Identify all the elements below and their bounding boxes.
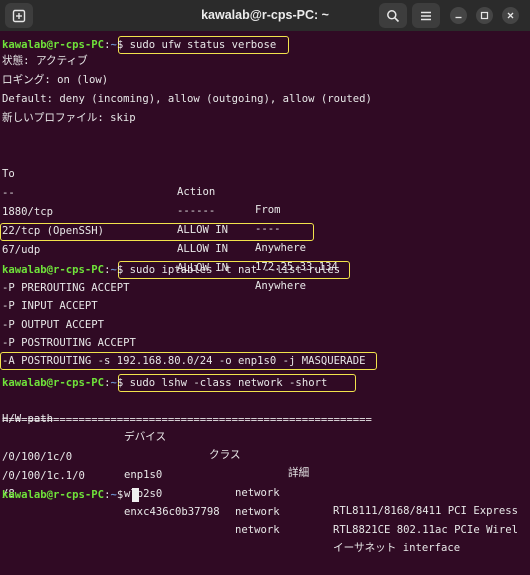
device: enxc436c0b37798 <box>124 506 220 518</box>
iptables-line: -P PREROUTING ACCEPT <box>2 282 130 294</box>
close-icon <box>507 12 514 19</box>
title-bar: kawalab@r-cps-PC: ~ <box>0 0 530 31</box>
command-text: sudo lshw -class network -short <box>129 377 328 389</box>
ufw-profiles: 新しいプロファイル: skip <box>2 112 136 124</box>
lshw-row: /8 enxc436c0b37798 network イーサネット interf… <box>0 467 530 554</box>
rule-to: 67/udp <box>2 244 41 256</box>
menu-button[interactable] <box>412 3 440 28</box>
lshw-row: /0/100/1c.1/0 wlp2s0 network RTL8821CE 8… <box>0 449 530 536</box>
rule-action: ALLOW IN <box>177 243 229 255</box>
minimize-icon <box>455 16 462 19</box>
prompt-line-lshw: kawalab@r-cps-PC:~$ sudo lshw -class net… <box>2 374 327 392</box>
prompt-sign: $ <box>116 489 130 501</box>
rule-from: Anywhere <box>255 242 307 254</box>
prompt-line-current: kawalab@r-cps-PC:~$ <box>2 486 139 504</box>
iptables-line: -A POSTROUTING -s 192.168.80.0/24 -o enp… <box>2 355 366 367</box>
prompt-sign: $ <box>116 264 130 276</box>
lshw-header-row: H/W path デバイス クラス 詳細 <box>0 392 530 479</box>
class: network <box>235 506 280 518</box>
lshw-separator: ========================================… <box>2 414 372 426</box>
prompt-user-host: kawalab@r-cps-PC <box>2 39 105 51</box>
ufw-rule-row: 67/udp ALLOW IN Anywhere <box>0 223 530 292</box>
ufw-logging: ロギング: on (low) <box>2 74 109 86</box>
iptables-line: -P POSTROUTING ACCEPT <box>2 337 136 349</box>
rule-from: Anywhere <box>255 280 307 292</box>
class: network <box>235 524 280 536</box>
maximize-button[interactable] <box>476 7 493 24</box>
prompt-sign: $ <box>116 39 130 51</box>
description: RTL8821CE 802.11ac PCIe Wirel <box>333 524 518 536</box>
description: イーサネット interface <box>333 542 461 554</box>
lshw-row: /0/100/1c/0 enp1s0 network RTL8111/8168/… <box>0 430 530 517</box>
command-text: sudo iptables -t nat --list-rules <box>129 264 341 276</box>
prompt-user-host: kawalab@r-cps-PC <box>2 264 105 276</box>
iptables-line: -P OUTPUT ACCEPT <box>2 319 105 331</box>
ufw-status: 状態: アクティブ <box>2 55 88 67</box>
prompt-sign: $ <box>116 377 130 389</box>
description: RTL8111/8168/8411 PCI Express <box>333 505 518 517</box>
maximize-icon <box>480 11 489 20</box>
terminal-area[interactable]: kawalab@r-cps-PC:~$ sudo ufw status verb… <box>0 31 530 554</box>
iptables-line: -P INPUT ACCEPT <box>2 300 98 312</box>
ufw-dash-row: -- ------ ---- <box>0 166 530 235</box>
close-button[interactable] <box>502 7 519 24</box>
minimize-button[interactable] <box>450 7 467 24</box>
prompt-user-host: kawalab@r-cps-PC <box>2 377 105 389</box>
hamburger-menu-icon <box>421 11 431 20</box>
search-button[interactable] <box>379 3 407 28</box>
class: network <box>235 487 280 499</box>
prompt-user-host: kawalab@r-cps-PC <box>2 489 105 501</box>
text-cursor <box>131 488 139 502</box>
prompt-line-iptables: kawalab@r-cps-PC:~$ sudo iptables -t nat… <box>2 261 340 279</box>
ufw-rule-row: 1880/tcp ALLOW IN Anywhere <box>0 185 530 254</box>
command-text: sudo ufw status verbose <box>129 39 277 51</box>
search-icon <box>387 9 400 22</box>
ufw-default: Default: deny (incoming), allow (outgoin… <box>2 93 372 105</box>
ufw-rule-row: 22/tcp (OpenSSH) ALLOW IN 172.25.33.134 <box>0 204 530 273</box>
ufw-header-row: To Action From <box>0 147 530 216</box>
